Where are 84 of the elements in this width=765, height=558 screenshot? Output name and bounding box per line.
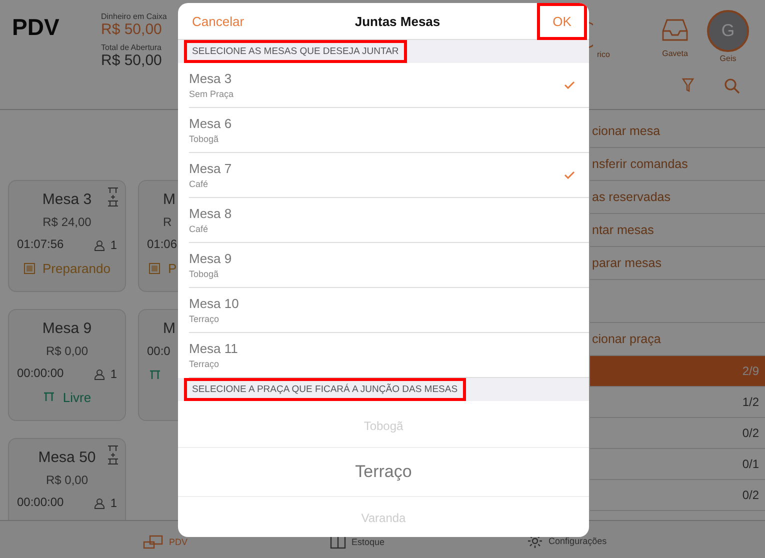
table-time: 00:00:00	[17, 495, 64, 511]
table-title: M	[163, 190, 176, 208]
table-name: Mesa 3	[189, 71, 233, 86]
table-status: Preparando	[42, 260, 110, 276]
table-time: 01:07:56	[17, 237, 64, 253]
tab[interactable]: PDV	[143, 535, 188, 549]
area-name: Tobogã	[189, 269, 220, 279]
ok-button[interactable]: OK	[536, 3, 587, 40]
table-row[interactable]: Mesa 9 Tobogã	[189, 243, 589, 288]
table-row[interactable]: Mesa 7 Café	[189, 153, 589, 198]
table-title: M	[163, 320, 176, 336]
person-icon	[94, 240, 106, 250]
table-title: Mesa 3	[42, 190, 92, 208]
picker-option[interactable]: Terraço	[178, 448, 589, 497]
menu-item[interactable]: ntar mesas	[590, 214, 765, 247]
tab[interactable]: Configurações	[526, 533, 607, 549]
area-name: Terraço	[189, 359, 220, 369]
table-card[interactable]: Mesa 9 R$ 0,00 00:00:00 1 Livre	[8, 309, 126, 421]
area-row[interactable]: 1/2	[590, 387, 765, 418]
people-count: 1	[110, 496, 117, 510]
people-count: 1	[110, 238, 117, 252]
table-title: Mesa 9	[42, 320, 92, 336]
table-name: Mesa 6	[189, 116, 232, 131]
area-row[interactable]: 0/2	[590, 480, 765, 511]
table-title: Mesa 50	[38, 448, 96, 466]
filter-icon[interactable]	[682, 78, 694, 92]
search-icon[interactable]	[724, 78, 740, 94]
table-price: R$ 0,00	[44, 473, 90, 489]
menu-item[interactable]: nsferir comandas	[590, 148, 765, 181]
area-name: Café	[189, 224, 210, 234]
table-price: R	[162, 215, 173, 231]
app-title: PDV	[11, 13, 60, 42]
area-row[interactable]: 0/2	[590, 418, 765, 449]
table-time: 00:0	[147, 344, 170, 360]
dialog-title: Juntas Mesas	[354, 14, 440, 28]
square-icon	[149, 262, 160, 274]
menu-item[interactable]: as reservadas	[590, 181, 765, 214]
section-header: SELECIONE AS MESAS QUE DESEJA JUNTAR	[184, 40, 407, 63]
table-icon	[149, 370, 161, 380]
table-time: 01:06	[147, 237, 178, 253]
table-card[interactable]: M R 01:06 P	[138, 180, 178, 292]
table-name: Mesa 9	[189, 251, 232, 266]
area-name: Tobogã	[189, 134, 220, 144]
table-name: Mesa 7	[189, 161, 232, 176]
table-row[interactable]: Mesa 6 Tobogã	[189, 108, 589, 153]
opening-value: R$ 50,00	[101, 52, 163, 69]
table-row[interactable]: Mesa 3 Sem Praça	[189, 63, 589, 108]
table-card[interactable]: Mesa 50 R$ 0,00 00:00:00 1	[8, 438, 126, 520]
table-time: 00:00:00	[17, 366, 64, 382]
table-row[interactable]: Mesa 8 Café	[189, 198, 589, 243]
table-card[interactable]: M 00:0	[138, 309, 178, 421]
person-icon	[94, 368, 106, 380]
table-price: R$ 0,00	[44, 344, 90, 360]
person-icon	[94, 498, 106, 508]
tab[interactable]: Estoque	[330, 535, 385, 549]
cash-value: R$ 50,00	[101, 21, 163, 38]
table-card[interactable]: Mesa 3 R$ 24,00 01:07:56 1 Preparando	[8, 180, 126, 292]
opening-label: Total de Abertura	[101, 43, 162, 52]
table-name: Mesa 10	[189, 296, 239, 311]
table-status: Livre	[62, 390, 92, 404]
square-icon	[24, 262, 35, 274]
area-name: Sem Praça	[189, 89, 234, 99]
area-name: Terraço	[189, 314, 220, 324]
table-row[interactable]: Mesa 10 Terraço	[189, 288, 589, 333]
toolbar-label: Geis	[720, 54, 736, 63]
people-count: 1	[110, 367, 117, 381]
table-status: P	[168, 260, 177, 276]
table-name: Mesa 11	[189, 341, 238, 356]
menu-item[interactable]: parar mesas	[590, 247, 765, 280]
menu-item[interactable]: cionar mesa	[590, 115, 765, 148]
register-icon	[143, 535, 163, 549]
section-header: SELECIONE A PRAÇA QUE FICARÁ A JUNÇÃO DAS MESAS	[184, 378, 466, 401]
toolbar-label: rico	[597, 50, 610, 59]
toolbar-label: Gaveta	[662, 49, 688, 58]
cancel-button[interactable]: Cancelar	[178, 3, 258, 40]
tray-icon	[662, 18, 688, 42]
area-name: Café	[189, 179, 210, 189]
table-price: R$ 24,00	[42, 215, 92, 231]
box-icon	[330, 535, 346, 549]
table-name: Mesa 8	[189, 206, 232, 221]
area-row[interactable]: 2/9	[590, 356, 765, 387]
cash-label: Dinheiro em Caixa	[101, 12, 167, 21]
area-row[interactable]: 0/1	[590, 449, 765, 480]
table-icon	[42, 392, 55, 402]
